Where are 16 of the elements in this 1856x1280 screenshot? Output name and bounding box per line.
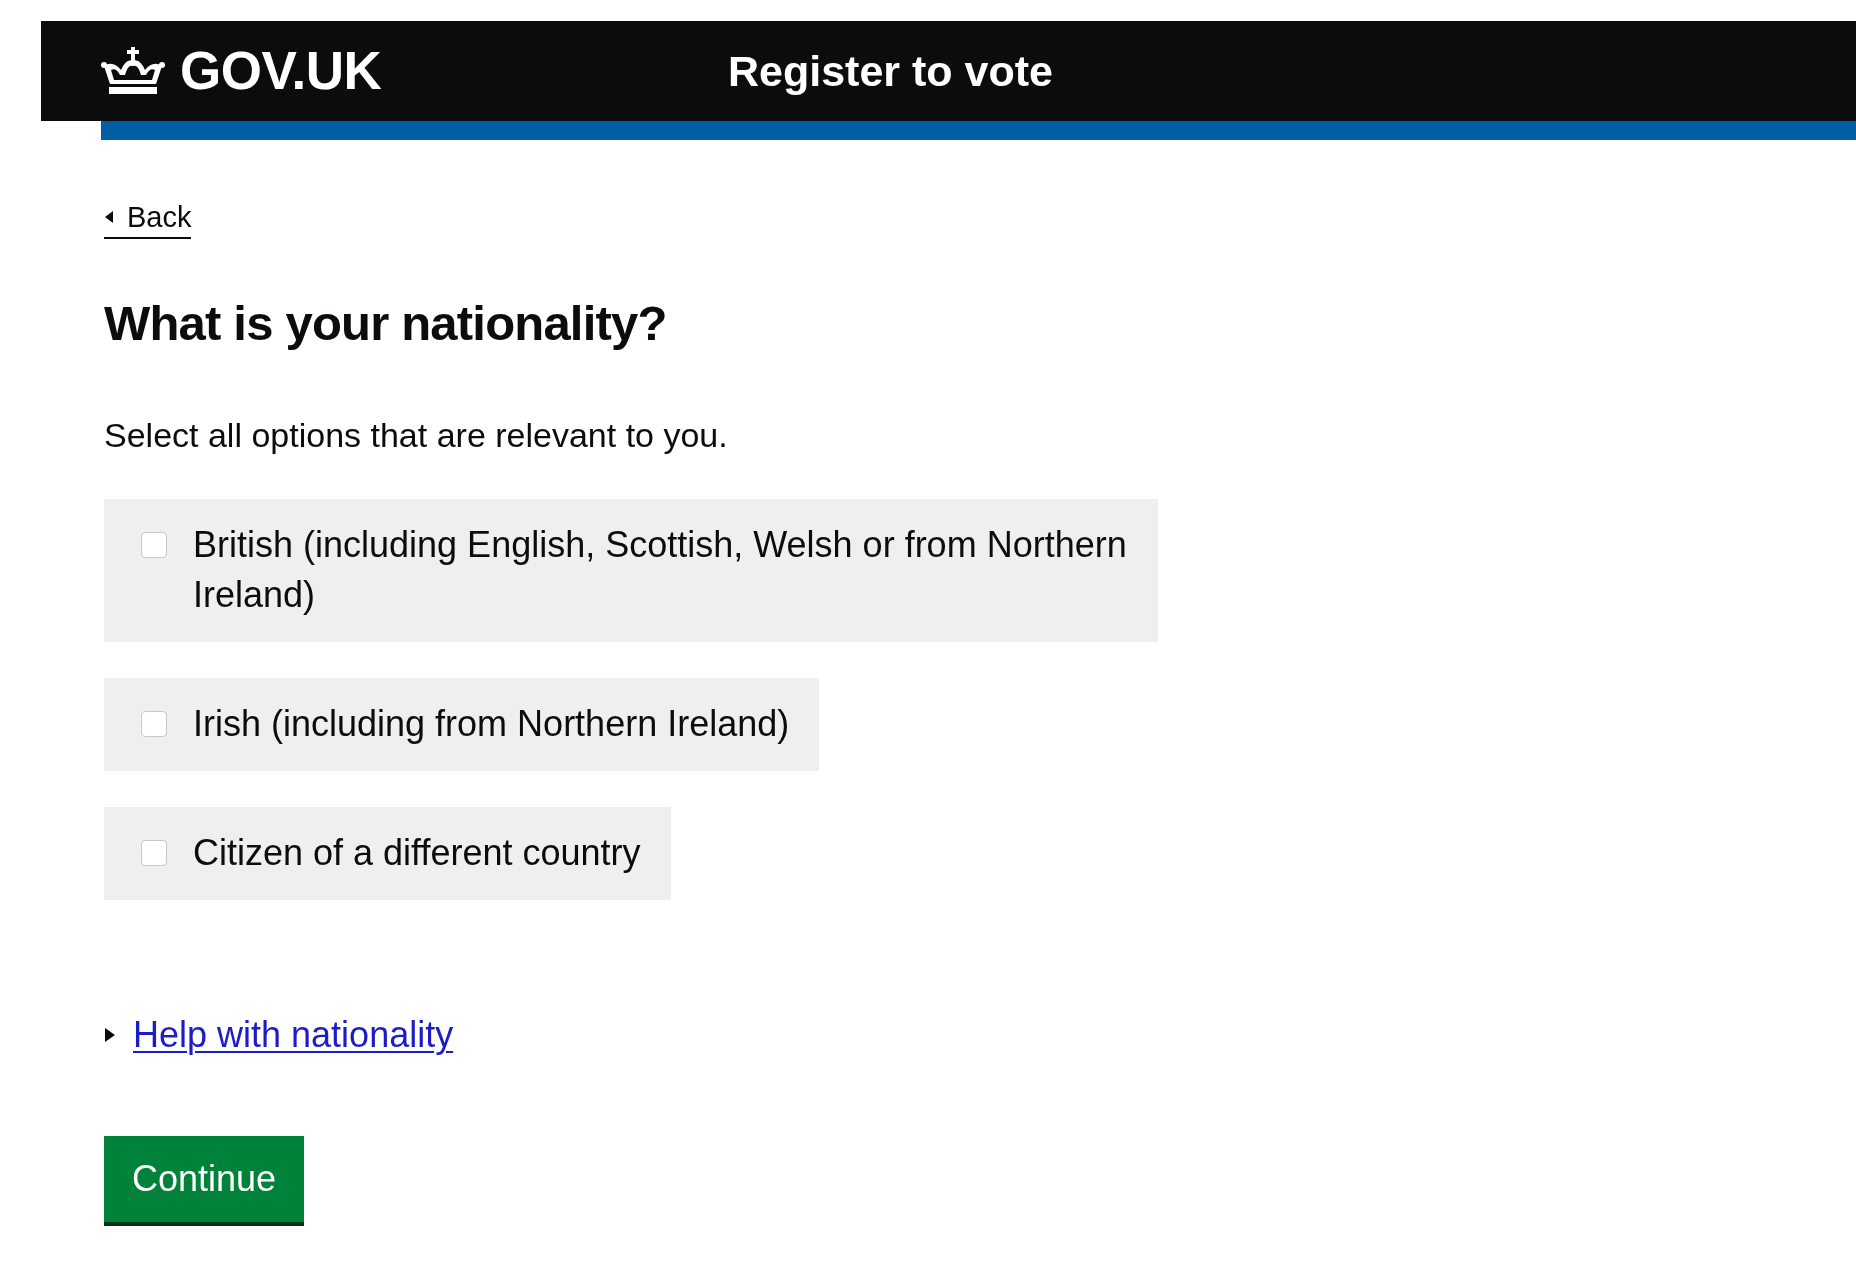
triangle-left-icon [105,211,113,223]
continue-button[interactable]: Continue [104,1136,305,1226]
checkbox[interactable] [141,711,167,737]
service-name[interactable]: Register to vote [728,45,1053,97]
checkbox[interactable] [141,840,167,866]
logo-text[interactable]: GOV.UK [180,41,382,101]
option-label: British (including English, Scottish, Welsh or from Northern Ireland) [193,523,1128,617]
help-link[interactable]: Help with nationality [133,1010,454,1060]
option-label: Irish (including from Northern Ireland) [193,702,790,746]
back-link[interactable]: Back [104,200,192,239]
crown-icon[interactable] [101,47,165,95]
page-heading: What is your nationality? [104,295,667,352]
triangle-right-icon[interactable] [105,1028,115,1042]
option-label: Citizen of a different country [193,831,641,875]
hint-text: Select all options that are relevant to you. [104,415,728,455]
checkbox[interactable] [141,532,167,558]
